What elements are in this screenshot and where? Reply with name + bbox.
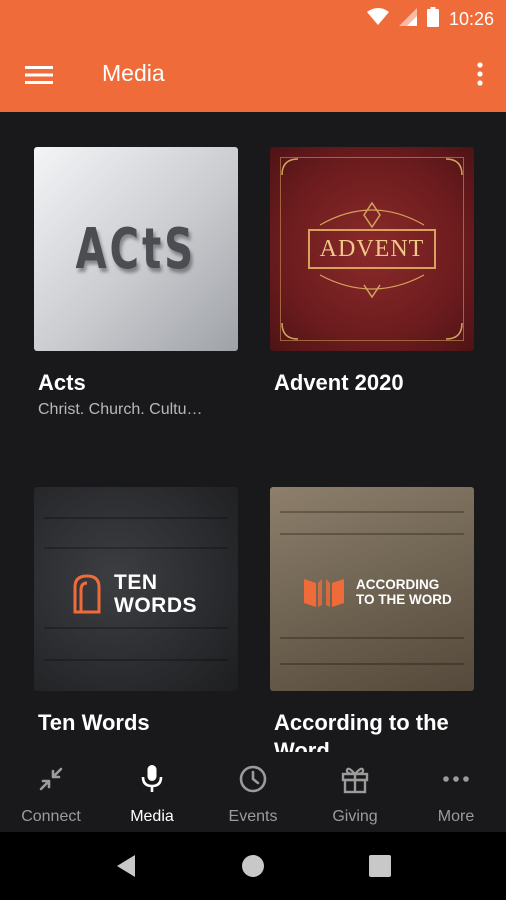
back-triangle-icon xyxy=(117,855,135,877)
nav-label: Connect xyxy=(21,808,81,825)
media-title: Ten Words xyxy=(38,710,150,735)
artwork-title: ACtS xyxy=(75,216,197,282)
media-title: According to the Word xyxy=(274,710,449,752)
clock-icon xyxy=(238,764,268,794)
artwork-title-line1: TEN xyxy=(114,571,158,594)
artwork-title-line2: WORDS xyxy=(114,594,197,617)
media-card-ten-words[interactable]: TEN WORDS Ten Words xyxy=(34,487,238,737)
media-thumbnail[interactable]: ACCORDING TO THE WORD xyxy=(270,487,474,691)
artwork-title-line2: TO THE WORD xyxy=(356,592,452,607)
texture-line xyxy=(280,637,464,639)
texture-line xyxy=(44,547,228,549)
back-button[interactable] xyxy=(112,852,140,880)
open-book-icon xyxy=(304,579,344,607)
texture-line xyxy=(44,659,228,661)
artwork-title: ADVENT xyxy=(319,235,425,262)
recents-square-icon xyxy=(369,855,391,877)
hamburger-menu-icon xyxy=(25,66,53,84)
cellular-signal-icon xyxy=(398,8,417,31)
nav-item-more[interactable]: More xyxy=(406,764,506,826)
battery-icon xyxy=(426,7,439,32)
nav-label: Giving xyxy=(332,808,378,825)
nav-item-connect[interactable]: Connect xyxy=(1,764,101,826)
artwork-title: ACCORDING TO THE WORD xyxy=(356,577,452,607)
more-vertical-icon xyxy=(477,62,483,86)
status-icons: 10:26 xyxy=(366,7,494,32)
texture-line xyxy=(44,517,228,519)
media-grid: ACtS Acts Christ. Church. Cultu… ADVENT … xyxy=(0,112,506,752)
home-circle-icon xyxy=(242,855,264,877)
nav-item-media[interactable]: Media xyxy=(102,764,202,826)
nav-item-events[interactable]: Events xyxy=(203,764,303,826)
bottom-navigation: Connect Media Events Giving More xyxy=(0,752,506,832)
system-navigation-bar xyxy=(0,832,506,900)
texture-line xyxy=(280,511,464,513)
microphone-icon xyxy=(137,764,167,794)
media-title: Advent 2020 xyxy=(274,370,404,395)
nav-label: Events xyxy=(228,808,278,825)
nav-item-giving[interactable]: Giving xyxy=(305,764,405,826)
texture-line xyxy=(280,533,464,535)
overflow-menu-button[interactable] xyxy=(468,56,492,92)
home-button[interactable] xyxy=(239,852,267,880)
status-bar: 10:26 xyxy=(0,0,506,36)
media-thumbnail[interactable]: ACtS xyxy=(34,147,238,351)
texture-line xyxy=(280,663,464,665)
gift-icon xyxy=(340,764,370,794)
media-subtitle: Christ. Church. Cultu… xyxy=(38,401,203,418)
according-to-the-word-logo: ACCORDING TO THE WORD xyxy=(302,575,452,609)
nav-label: More xyxy=(437,808,475,825)
app-bar: Media xyxy=(0,36,506,112)
ten-words-logo: TEN WORDS xyxy=(72,571,197,617)
status-time: 10:26 xyxy=(448,9,494,29)
media-card-advent[interactable]: ADVENT Advent 2020 xyxy=(270,147,474,397)
page-title: Media xyxy=(102,60,165,86)
connect-icon xyxy=(36,764,66,794)
wifi-icon xyxy=(366,8,389,31)
more-horizontal-icon xyxy=(441,764,471,794)
stone-tablet-icon xyxy=(73,574,101,614)
artwork-title: TEN WORDS xyxy=(114,571,197,617)
texture-line xyxy=(44,627,228,629)
media-title: Acts xyxy=(38,370,86,395)
media-card-acts[interactable]: ACtS Acts Christ. Church. Cultu… xyxy=(34,147,238,419)
artwork-plate: ADVENT xyxy=(308,229,436,269)
nav-label: Media xyxy=(130,808,174,825)
menu-button[interactable] xyxy=(22,58,56,92)
recents-button[interactable] xyxy=(366,852,394,880)
media-thumbnail[interactable]: ADVENT xyxy=(270,147,474,351)
artwork-title-line1: ACCORDING xyxy=(356,577,440,592)
media-card-according-to-the-word[interactable]: ACCORDING TO THE WORD According to the W… xyxy=(270,487,474,752)
media-thumbnail[interactable]: TEN WORDS xyxy=(34,487,238,691)
